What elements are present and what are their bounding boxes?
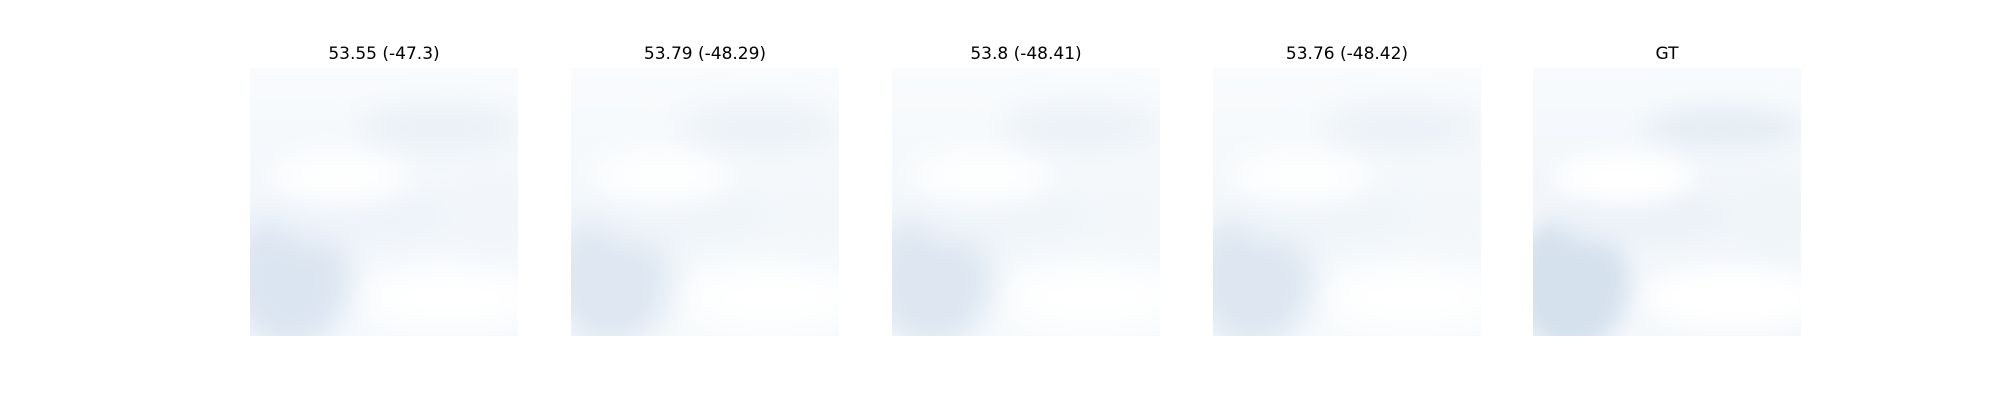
panel-title: 53.8 (-48.41)	[970, 44, 1082, 64]
panel-title: 53.76 (-48.42)	[1285, 44, 1409, 64]
panel-3: 53.8 (-48.41)	[892, 0, 1160, 400]
panel-1: 53.55 (-47.3)	[250, 0, 518, 400]
cloudy-sky-image	[1213, 68, 1481, 336]
panel-title: 53.79 (-48.29)	[643, 44, 767, 64]
cloudy-sky-image	[250, 68, 518, 336]
cloudy-sky-image	[892, 68, 1160, 336]
panel-4: 53.76 (-48.42)	[1213, 0, 1481, 400]
panel-5: GT	[1533, 0, 1801, 400]
panel-2: 53.79 (-48.29)	[571, 0, 839, 400]
cloudy-sky-image	[571, 68, 839, 336]
cloudy-sky-image	[1533, 68, 1801, 336]
panel-title: GT	[1655, 44, 1679, 64]
panel-title: 53.55 (-47.3)	[328, 44, 440, 64]
